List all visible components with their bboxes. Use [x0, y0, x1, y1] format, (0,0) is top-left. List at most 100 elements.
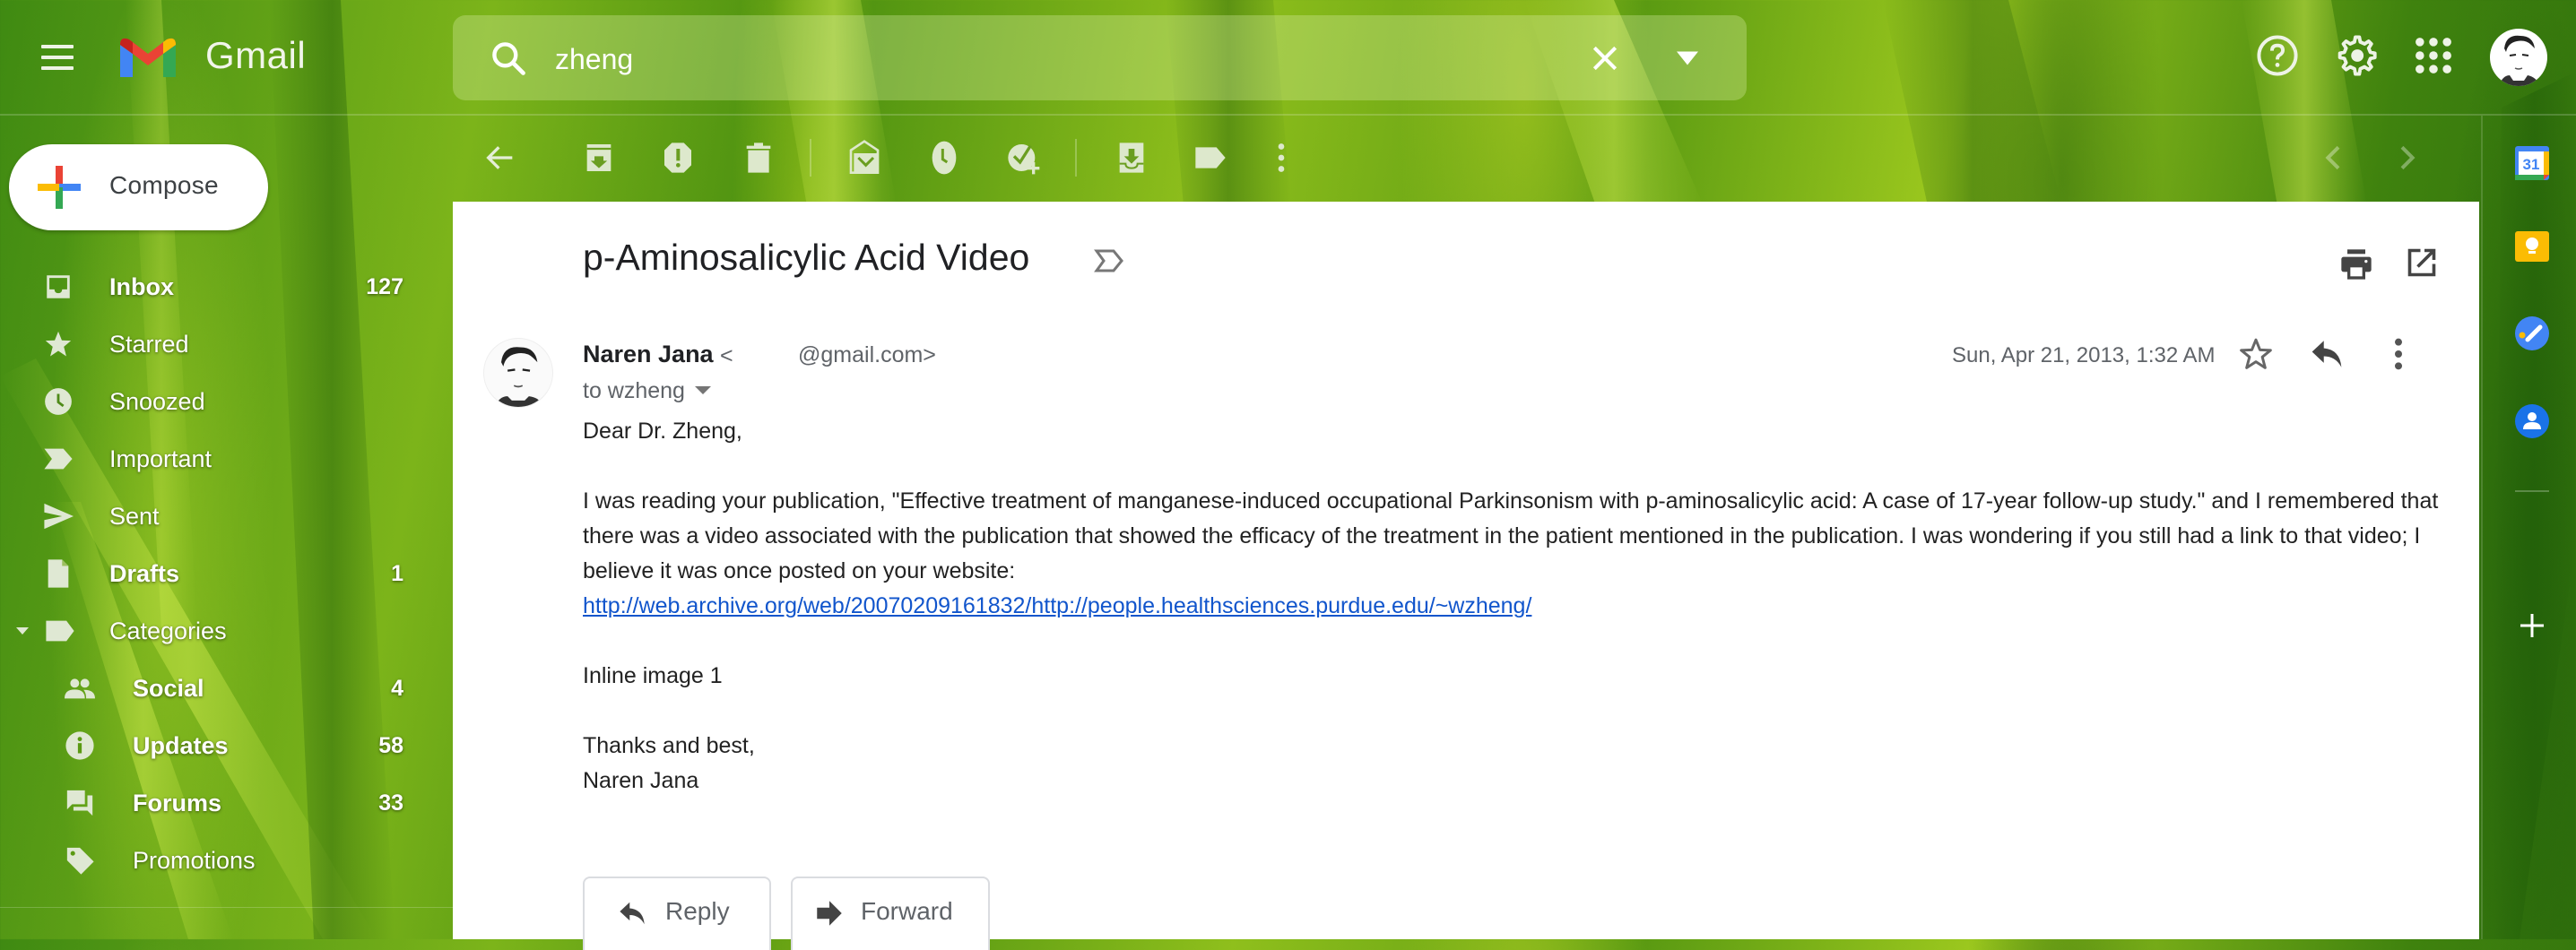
compose-button[interactable]: Compose	[9, 144, 268, 230]
sidebar-item-label: Social	[133, 675, 204, 702]
sidebar-item-social[interactable]: Social 4	[0, 662, 430, 714]
forum-icon	[66, 790, 93, 816]
help-icon[interactable]	[2254, 32, 2301, 79]
sidebar-item-label: Important	[109, 445, 212, 472]
archive-icon[interactable]	[581, 140, 617, 176]
body-paragraph: I was reading your publication, "Effecti…	[583, 488, 2439, 583]
sidebar-item-forums[interactable]: Forums 33	[0, 777, 430, 829]
sender-name[interactable]: Naren Jana	[583, 341, 714, 368]
inline-image-placeholder[interactable]: Inline image 1	[583, 659, 2448, 694]
sender-avatar[interactable]	[483, 338, 553, 408]
sidebar-item-starred[interactable]: Starred	[0, 318, 430, 370]
sender-email: @gmail.com>	[798, 342, 936, 367]
forward-label: Forward	[861, 897, 953, 925]
main-menu-button[interactable]	[36, 39, 79, 75]
sender-avatar-image	[494, 347, 544, 407]
draft-count: 1	[391, 561, 403, 586]
tag-icon	[66, 847, 94, 875]
add-to-tasks-icon[interactable]	[1005, 140, 1041, 176]
draft-icon	[48, 559, 69, 588]
avatar-image	[2499, 35, 2540, 86]
closing: Thanks and best,	[583, 733, 755, 758]
get-add-ons-icon[interactable]	[2515, 609, 2549, 643]
contacts-icon[interactable]	[2515, 404, 2549, 438]
star-icon	[45, 331, 72, 357]
tasks-icon[interactable]	[2515, 316, 2549, 350]
message-date: Sun, Apr 21, 2013, 1:32 AM	[1952, 343, 2216, 367]
message-subject: p-Aminosalicylic Acid Video	[583, 237, 1030, 278]
account-avatar[interactable]	[2490, 29, 2547, 86]
search-bar[interactable]	[453, 15, 1747, 100]
open-in-new-window-icon[interactable]	[2406, 246, 2438, 279]
clock-icon	[45, 388, 72, 415]
menu-icon	[41, 45, 74, 48]
compose-label: Compose	[109, 171, 219, 199]
reply-label: Reply	[665, 897, 730, 925]
sidebar-item-label: Categories	[109, 618, 227, 644]
older-conversation-icon[interactable]	[2389, 140, 2424, 176]
toolbar-divider	[810, 139, 811, 177]
labels-icon[interactable]	[1193, 140, 1228, 176]
search-input[interactable]	[553, 33, 1543, 85]
search-options-icon[interactable]	[1674, 49, 1701, 67]
show-details-caret-icon[interactable]	[695, 386, 711, 394]
print-icon[interactable]	[2338, 246, 2374, 282]
newer-conversation-icon[interactable]	[2316, 140, 2352, 176]
reply-icon[interactable]	[2309, 338, 2345, 370]
sidebar-item-important[interactable]: Important	[0, 433, 430, 485]
side-panel-divider	[2515, 490, 2549, 492]
sidebar-item-sent[interactable]: Sent	[0, 490, 430, 542]
message-body: Dear Dr. Zheng, I was reading your publi…	[583, 414, 2448, 799]
more-actions-icon[interactable]	[1263, 140, 1299, 176]
clear-search-icon[interactable]	[1587, 40, 1623, 76]
back-icon[interactable]	[482, 140, 518, 176]
unread-count: 4	[391, 676, 403, 701]
sidebar-item-label: Updates	[133, 732, 229, 759]
unread-count: 33	[378, 790, 403, 816]
archive-link[interactable]: http://web.archive.org/web/2007020916183…	[583, 593, 1531, 618]
star-message-icon[interactable]	[2238, 336, 2274, 372]
sidebar-item-updates[interactable]: Updates 58	[0, 720, 430, 772]
keep-icon[interactable]	[2515, 229, 2549, 263]
greeting: Dear Dr. Zheng,	[583, 419, 742, 444]
sidebar-item-label: Promotions	[133, 847, 256, 874]
collapse-caret-icon[interactable]	[16, 627, 29, 636]
info-icon	[65, 731, 94, 760]
app-title: Gmail	[205, 34, 307, 76]
sidebar-item-drafts[interactable]: Drafts 1	[0, 548, 430, 600]
label-icon	[46, 620, 74, 642]
sidebar-item-label: Forums	[133, 790, 222, 816]
settings-icon[interactable]	[2332, 32, 2379, 79]
importance-marker-icon[interactable]	[1094, 248, 1124, 273]
recipients: to wzheng	[583, 378, 685, 403]
sidebar-item-label: Sent	[109, 503, 160, 530]
side-apps-panel: 31	[2481, 116, 2576, 939]
forward-button-icon	[817, 901, 842, 926]
people-icon	[65, 678, 95, 699]
send-icon	[44, 503, 74, 530]
sidebar-item-label: Inbox	[109, 273, 174, 300]
sidebar-item-categories[interactable]: Categories	[0, 605, 430, 657]
delete-icon[interactable]	[741, 140, 776, 176]
search-icon[interactable]	[489, 39, 528, 78]
sidebar-item-inbox[interactable]: Inbox 127	[0, 261, 430, 313]
signature: Naren Jana	[583, 768, 699, 793]
mark-unread-icon[interactable]	[846, 140, 882, 176]
inbox-icon	[47, 275, 70, 298]
important-icon	[44, 448, 73, 470]
sidebar-item-snoozed[interactable]: Snoozed	[0, 376, 430, 428]
message-more-icon[interactable]	[2391, 336, 2406, 372]
sidebar-item-promotions[interactable]: Promotions	[0, 834, 430, 886]
apps-icon[interactable]	[2410, 32, 2457, 79]
sidebar-item-label: Snoozed	[109, 388, 205, 415]
unread-count: 127	[366, 274, 403, 299]
reply-button-icon	[620, 902, 645, 925]
header-divider	[0, 114, 2576, 116]
move-to-icon[interactable]	[1114, 140, 1149, 176]
toolbar-divider	[1075, 139, 1077, 177]
calendar-icon[interactable]: 31	[2515, 146, 2549, 180]
report-spam-icon[interactable]	[660, 140, 696, 176]
sender-email-open: <	[720, 343, 733, 368]
snooze-icon[interactable]	[926, 140, 962, 176]
gmail-logo-icon	[120, 38, 176, 77]
